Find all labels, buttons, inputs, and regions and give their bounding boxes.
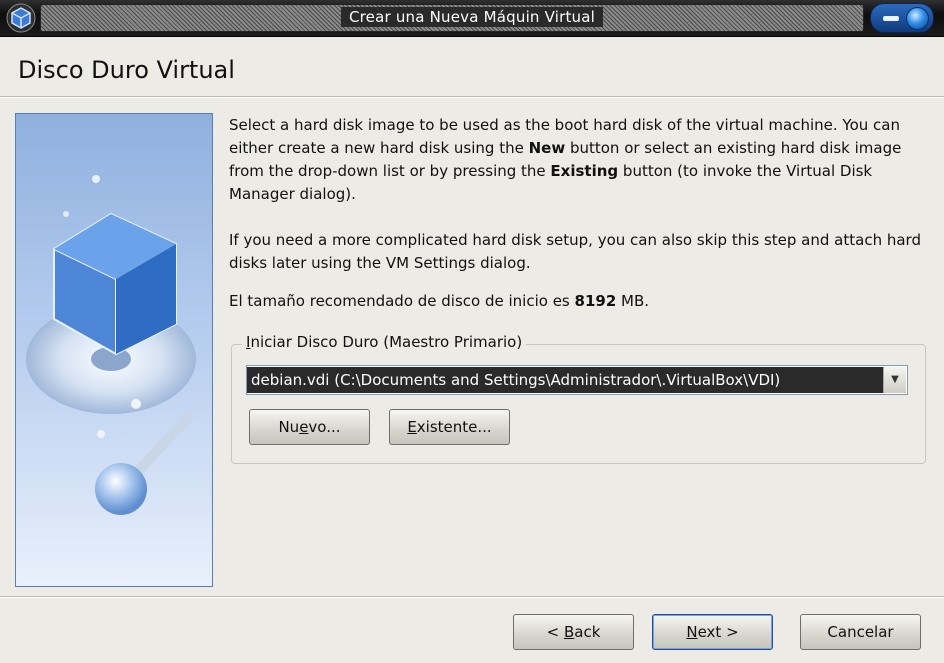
existing-disk-button[interactable]: Existente... — [389, 409, 510, 445]
back-button[interactable]: < Back — [513, 614, 634, 650]
hard-disk-select[interactable]: debian.vdi (C:\Documents and Settings\Ad… — [246, 365, 908, 395]
next-button[interactable]: Next > — [652, 614, 773, 650]
cancel-button[interactable]: Cancelar — [800, 614, 921, 650]
boot-disk-groupbox — [231, 344, 926, 464]
header-divider — [0, 96, 944, 98]
chevron-down-icon[interactable]: ▼ — [883, 367, 906, 393]
window-title: Crear una Nueva Máquin Virtual — [340, 7, 604, 27]
new-disk-button[interactable]: Nuevo... — [249, 409, 370, 445]
recommended-size-text: El tamaño recomendado de disco de inicio… — [229, 292, 650, 310]
title-bar[interactable]: Crear una Nueva Máquin Virtual — [0, 0, 944, 37]
hard-disk-selected-value: debian.vdi (C:\Documents and Settings\Ad… — [247, 367, 883, 393]
window-controls — [870, 3, 934, 33]
description-paragraph-1: Select a hard disk image to be used as t… — [229, 116, 902, 203]
description-paragraph-2: If you need a more complicated hard disk… — [229, 231, 921, 272]
close-icon[interactable] — [906, 7, 929, 30]
page-title: Disco Duro Virtual — [18, 56, 235, 84]
recommended-size-value: 8192 — [574, 292, 617, 310]
boot-disk-legend: Iniciar Disco Duro (Maestro Primario) — [242, 333, 527, 351]
minimize-icon[interactable] — [883, 16, 899, 21]
new-keyword: New — [528, 139, 566, 157]
footer-divider — [0, 596, 944, 598]
existing-keyword: Existing — [550, 162, 619, 180]
virtualbox-cube-illustration — [15, 113, 213, 587]
